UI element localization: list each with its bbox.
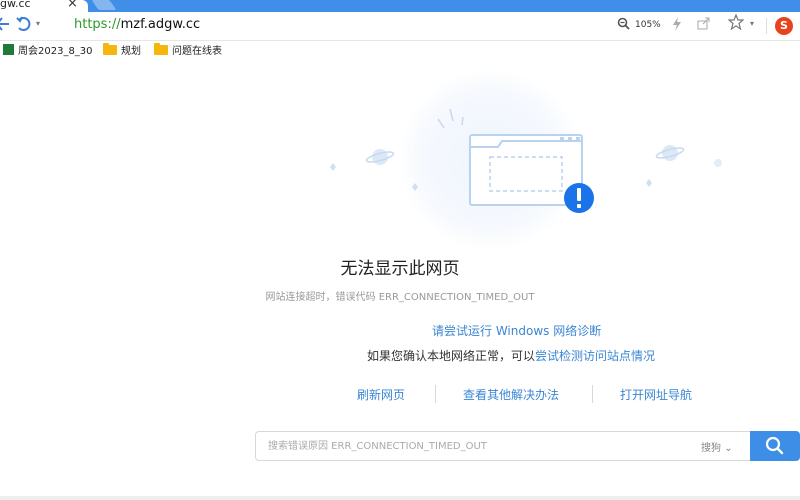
history-dropdown-icon[interactable]: ▾ <box>36 19 40 28</box>
tab-strip: gw.cc × <box>0 0 800 12</box>
tab-active[interactable]: gw.cc × <box>0 0 88 12</box>
signal-lines-icon <box>437 108 464 129</box>
search-engine-label: 搜狗 <box>701 443 721 454</box>
action-divider <box>435 385 436 403</box>
page-bottom-edge <box>0 496 800 500</box>
bookmark-label: 规划 <box>121 46 141 57</box>
lightning-icon[interactable] <box>672 17 682 31</box>
share-icon[interactable] <box>697 17 710 30</box>
check-site-link[interactable]: 尝试检测访问站点情况 <box>535 349 655 363</box>
bookmark-label: 问题在线表 <box>172 46 222 57</box>
bookmark-label: 周会2023_8_30 <box>18 46 93 57</box>
back-arrow-icon[interactable] <box>0 16 10 32</box>
error-badge-icon <box>564 183 594 213</box>
bookmark-folder[interactable]: 规划 <box>103 42 141 57</box>
url-scheme: https:// <box>74 17 121 32</box>
search-button[interactable] <box>750 431 800 461</box>
favorites-dropdown-icon[interactable]: ▾ <box>750 19 754 28</box>
open-nav-link[interactable]: 打开网址导航 <box>620 386 692 403</box>
planet-icon <box>655 145 685 161</box>
search-box: 搜狗 ⌄ <box>255 431 750 461</box>
folder-icon <box>154 43 168 55</box>
small-dot-icon <box>714 159 722 167</box>
planet-icon <box>365 149 395 165</box>
undo-icon[interactable] <box>16 16 32 32</box>
url-host: mzf.adgw.cc <box>120 17 201 32</box>
check-prefix-text: 如果您确认本地网络正常，可以 <box>367 349 536 363</box>
tab-close-icon[interactable]: × <box>67 0 78 11</box>
address-toolbar: ▾ https://mzf.adgw.cc 105% ▾ S <box>0 12 800 41</box>
error-illustration <box>330 108 722 213</box>
check-hint: 如果您确认本地网络正常，可以尝试检测访问站点情况 <box>367 347 655 364</box>
refresh-page-link[interactable]: 刷新网页 <box>357 386 405 403</box>
search-engine-select[interactable]: 搜狗 ⌄ <box>701 439 733 454</box>
network-diagnose-link[interactable]: 请尝试运行 Windows 网络诊断 <box>432 322 601 339</box>
bookmark-item[interactable]: 周会2023_8_30 <box>3 42 93 57</box>
error-subtitle: 网站连接超时，错误代码 ERR_CONNECTION_TIMED_OUT <box>265 292 535 303</box>
bookmarks-bar: 周会2023_8_30 规划 问题在线表 <box>0 40 800 58</box>
toolbar-divider <box>766 18 767 34</box>
chevron-down-icon: ⌄ <box>724 443 733 454</box>
tab-title: gw.cc <box>0 0 31 10</box>
bookmark-star-icon[interactable] <box>728 14 744 30</box>
action-divider <box>592 385 593 403</box>
bookmark-folder[interactable]: 问题在线表 <box>154 42 222 57</box>
search-icon <box>765 436 784 455</box>
new-tab-button[interactable] <box>91 0 117 10</box>
folder-icon <box>103 43 117 55</box>
other-solutions-link[interactable]: 查看其他解决办法 <box>463 386 559 403</box>
url-field[interactable]: https://mzf.adgw.cc <box>74 17 200 32</box>
zoom-icon[interactable] <box>617 17 630 30</box>
browser-logo-icon[interactable]: S <box>775 17 793 35</box>
search-input[interactable] <box>268 438 688 454</box>
spreadsheet-icon <box>3 44 14 55</box>
error-title: 无法显示此网页 <box>340 259 460 279</box>
zoom-level[interactable]: 105% <box>635 20 661 30</box>
